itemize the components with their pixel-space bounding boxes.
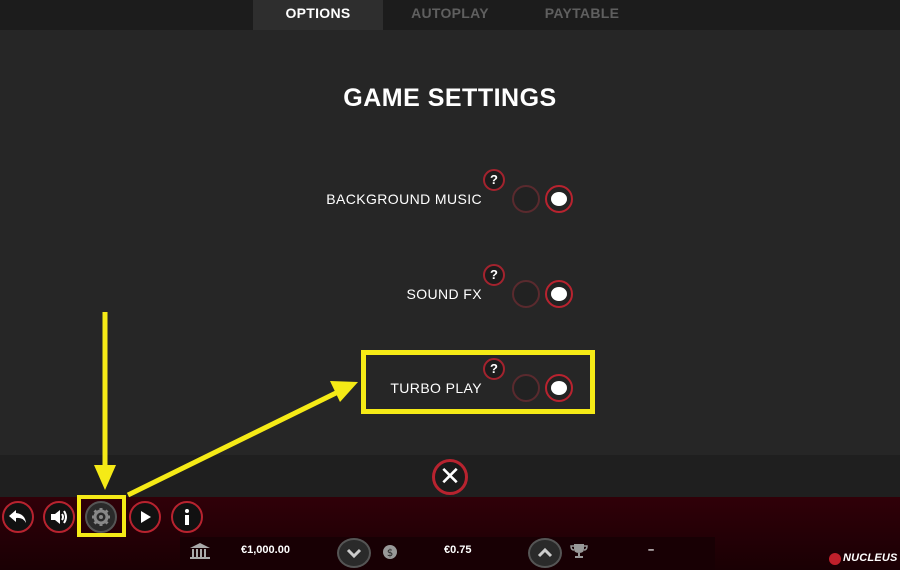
arrow-down-to-gear — [94, 312, 116, 490]
arrow-to-turbo-play — [126, 381, 358, 498]
annotation-arrows — [94, 312, 358, 498]
